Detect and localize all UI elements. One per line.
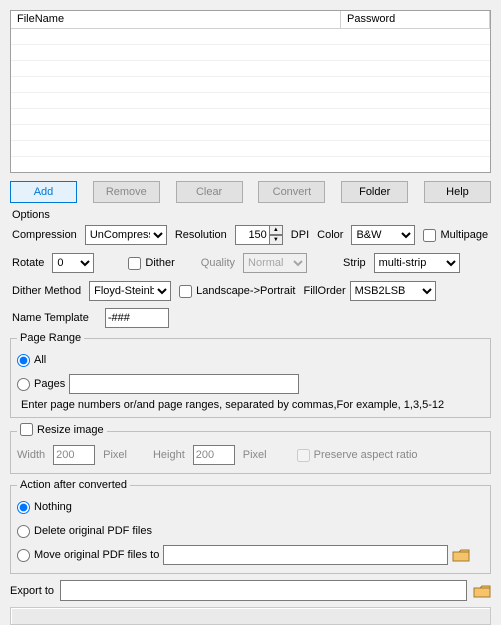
resolution-up-icon[interactable]: ▲ — [269, 225, 283, 235]
action-group: Action after converted Nothing Delete or… — [10, 479, 491, 574]
resize-checkbox[interactable]: Resize image — [20, 423, 104, 436]
options-section: Options Compression UnCompressed Resolut… — [10, 209, 491, 303]
landscape-portrait-label: Landscape->Portrait — [196, 285, 295, 297]
preserve-aspect-label: Preserve aspect ratio — [314, 449, 418, 461]
preserve-aspect-input — [297, 449, 310, 462]
resolution-input[interactable] — [235, 225, 269, 245]
action-delete-radio[interactable]: Delete original PDF files — [17, 525, 152, 538]
rotate-label: Rotate — [12, 257, 44, 269]
table-row[interactable] — [11, 45, 490, 61]
resize-height-label: Height — [153, 449, 185, 461]
page-range-pages-input[interactable] — [17, 378, 30, 391]
action-move-path-input — [163, 545, 448, 565]
quality-label: Quality — [201, 257, 235, 269]
fillorder-select[interactable]: MSB2LSB — [350, 281, 436, 301]
resize-width-label: Width — [17, 449, 45, 461]
table-row[interactable] — [11, 61, 490, 77]
browse-export-folder-icon[interactable] — [473, 583, 491, 599]
dither-method-label: Dither Method — [12, 285, 81, 297]
table-row[interactable] — [11, 141, 490, 157]
options-title: Options — [12, 209, 491, 221]
color-select[interactable]: B&W — [351, 225, 415, 245]
quality-select: Normal — [243, 253, 307, 273]
page-range-note: Enter page numbers or/and page ranges, s… — [21, 399, 484, 411]
clear-button[interactable]: Clear — [176, 181, 243, 203]
table-row[interactable] — [11, 77, 490, 93]
multipage-check-input[interactable] — [423, 229, 436, 242]
action-delete-input[interactable] — [17, 525, 30, 538]
export-row: Export to — [10, 580, 491, 601]
help-button[interactable]: Help — [424, 181, 491, 203]
dither-label: Dither — [145, 257, 174, 269]
page-range-pages-label: Pages — [34, 378, 65, 390]
action-nothing-label: Nothing — [34, 501, 72, 513]
resize-width-input — [53, 445, 95, 465]
action-move-input[interactable] — [17, 549, 30, 562]
resize-check-input[interactable] — [20, 423, 33, 436]
dither-check-input[interactable] — [128, 257, 141, 270]
remove-button[interactable]: Remove — [93, 181, 160, 203]
table-row[interactable] — [11, 29, 490, 45]
resize-group: Resize image Width Pixel Height Pixel Pr… — [10, 423, 491, 474]
page-range-title: Page Range — [17, 332, 84, 344]
resolution-down-icon[interactable]: ▼ — [269, 235, 283, 245]
landscape-portrait-checkbox[interactable]: Landscape->Portrait — [179, 285, 295, 298]
action-move-label: Move original PDF files to — [34, 549, 159, 561]
multipage-checkbox[interactable]: Multipage — [423, 229, 488, 242]
multipage-label: Multipage — [440, 229, 488, 241]
page-range-all-input[interactable] — [17, 354, 30, 367]
resize-height-input — [193, 445, 235, 465]
compression-select[interactable]: UnCompressed — [85, 225, 167, 245]
dither-checkbox[interactable]: Dither — [128, 257, 174, 270]
name-template-input[interactable] — [105, 308, 169, 328]
strip-select[interactable]: multi-strip — [374, 253, 460, 273]
table-row[interactable] — [11, 125, 490, 141]
resize-title: Resize image — [37, 424, 104, 436]
action-delete-label: Delete original PDF files — [34, 525, 152, 537]
status-bar — [10, 607, 491, 625]
landscape-portrait-input[interactable] — [179, 285, 192, 298]
action-nothing-input[interactable] — [17, 501, 30, 514]
browse-move-folder-icon[interactable] — [452, 547, 470, 563]
column-filename[interactable]: FileName — [11, 11, 341, 29]
preserve-aspect-checkbox: Preserve aspect ratio — [297, 449, 418, 462]
page-range-all-radio[interactable]: All — [17, 354, 46, 367]
files-table-header: FileName Password — [11, 11, 490, 29]
column-password[interactable]: Password — [341, 11, 490, 29]
dither-method-select[interactable]: Floyd-Steinberg — [89, 281, 171, 301]
table-row[interactable] — [11, 93, 490, 109]
name-template-label: Name Template — [12, 312, 89, 324]
table-row[interactable] — [11, 157, 490, 173]
rotate-select[interactable]: 0 — [52, 253, 94, 273]
action-move-radio[interactable]: Move original PDF files to — [17, 549, 159, 562]
color-label: Color — [317, 229, 343, 241]
table-row[interactable] — [11, 109, 490, 125]
compression-label: Compression — [12, 229, 77, 241]
page-range-all-label: All — [34, 354, 46, 366]
convert-button[interactable]: Convert — [258, 181, 325, 203]
files-rows — [11, 29, 490, 173]
dpi-label: DPI — [291, 229, 309, 241]
page-range-group: Page Range All Pages Enter page numbers … — [10, 332, 491, 418]
page-range-pages-field[interactable] — [69, 374, 299, 394]
add-button[interactable]: Add — [10, 181, 77, 203]
resize-height-pixel: Pixel — [243, 449, 267, 461]
files-table[interactable]: FileName Password — [10, 10, 491, 173]
export-label: Export to — [10, 585, 54, 597]
folder-button[interactable]: Folder — [341, 181, 408, 203]
fillorder-label: FillOrder — [303, 285, 345, 297]
strip-label: Strip — [343, 257, 366, 269]
export-path-input[interactable] — [60, 580, 467, 601]
page-range-pages-radio[interactable]: Pages — [17, 378, 65, 391]
button-bar: Add Remove Clear Convert Folder Help — [10, 181, 491, 203]
action-nothing-radio[interactable]: Nothing — [17, 501, 72, 514]
action-title: Action after converted — [17, 479, 130, 491]
resize-width-pixel: Pixel — [103, 449, 127, 461]
resolution-label: Resolution — [175, 229, 227, 241]
resolution-spinner[interactable]: ▲ ▼ — [235, 225, 283, 245]
